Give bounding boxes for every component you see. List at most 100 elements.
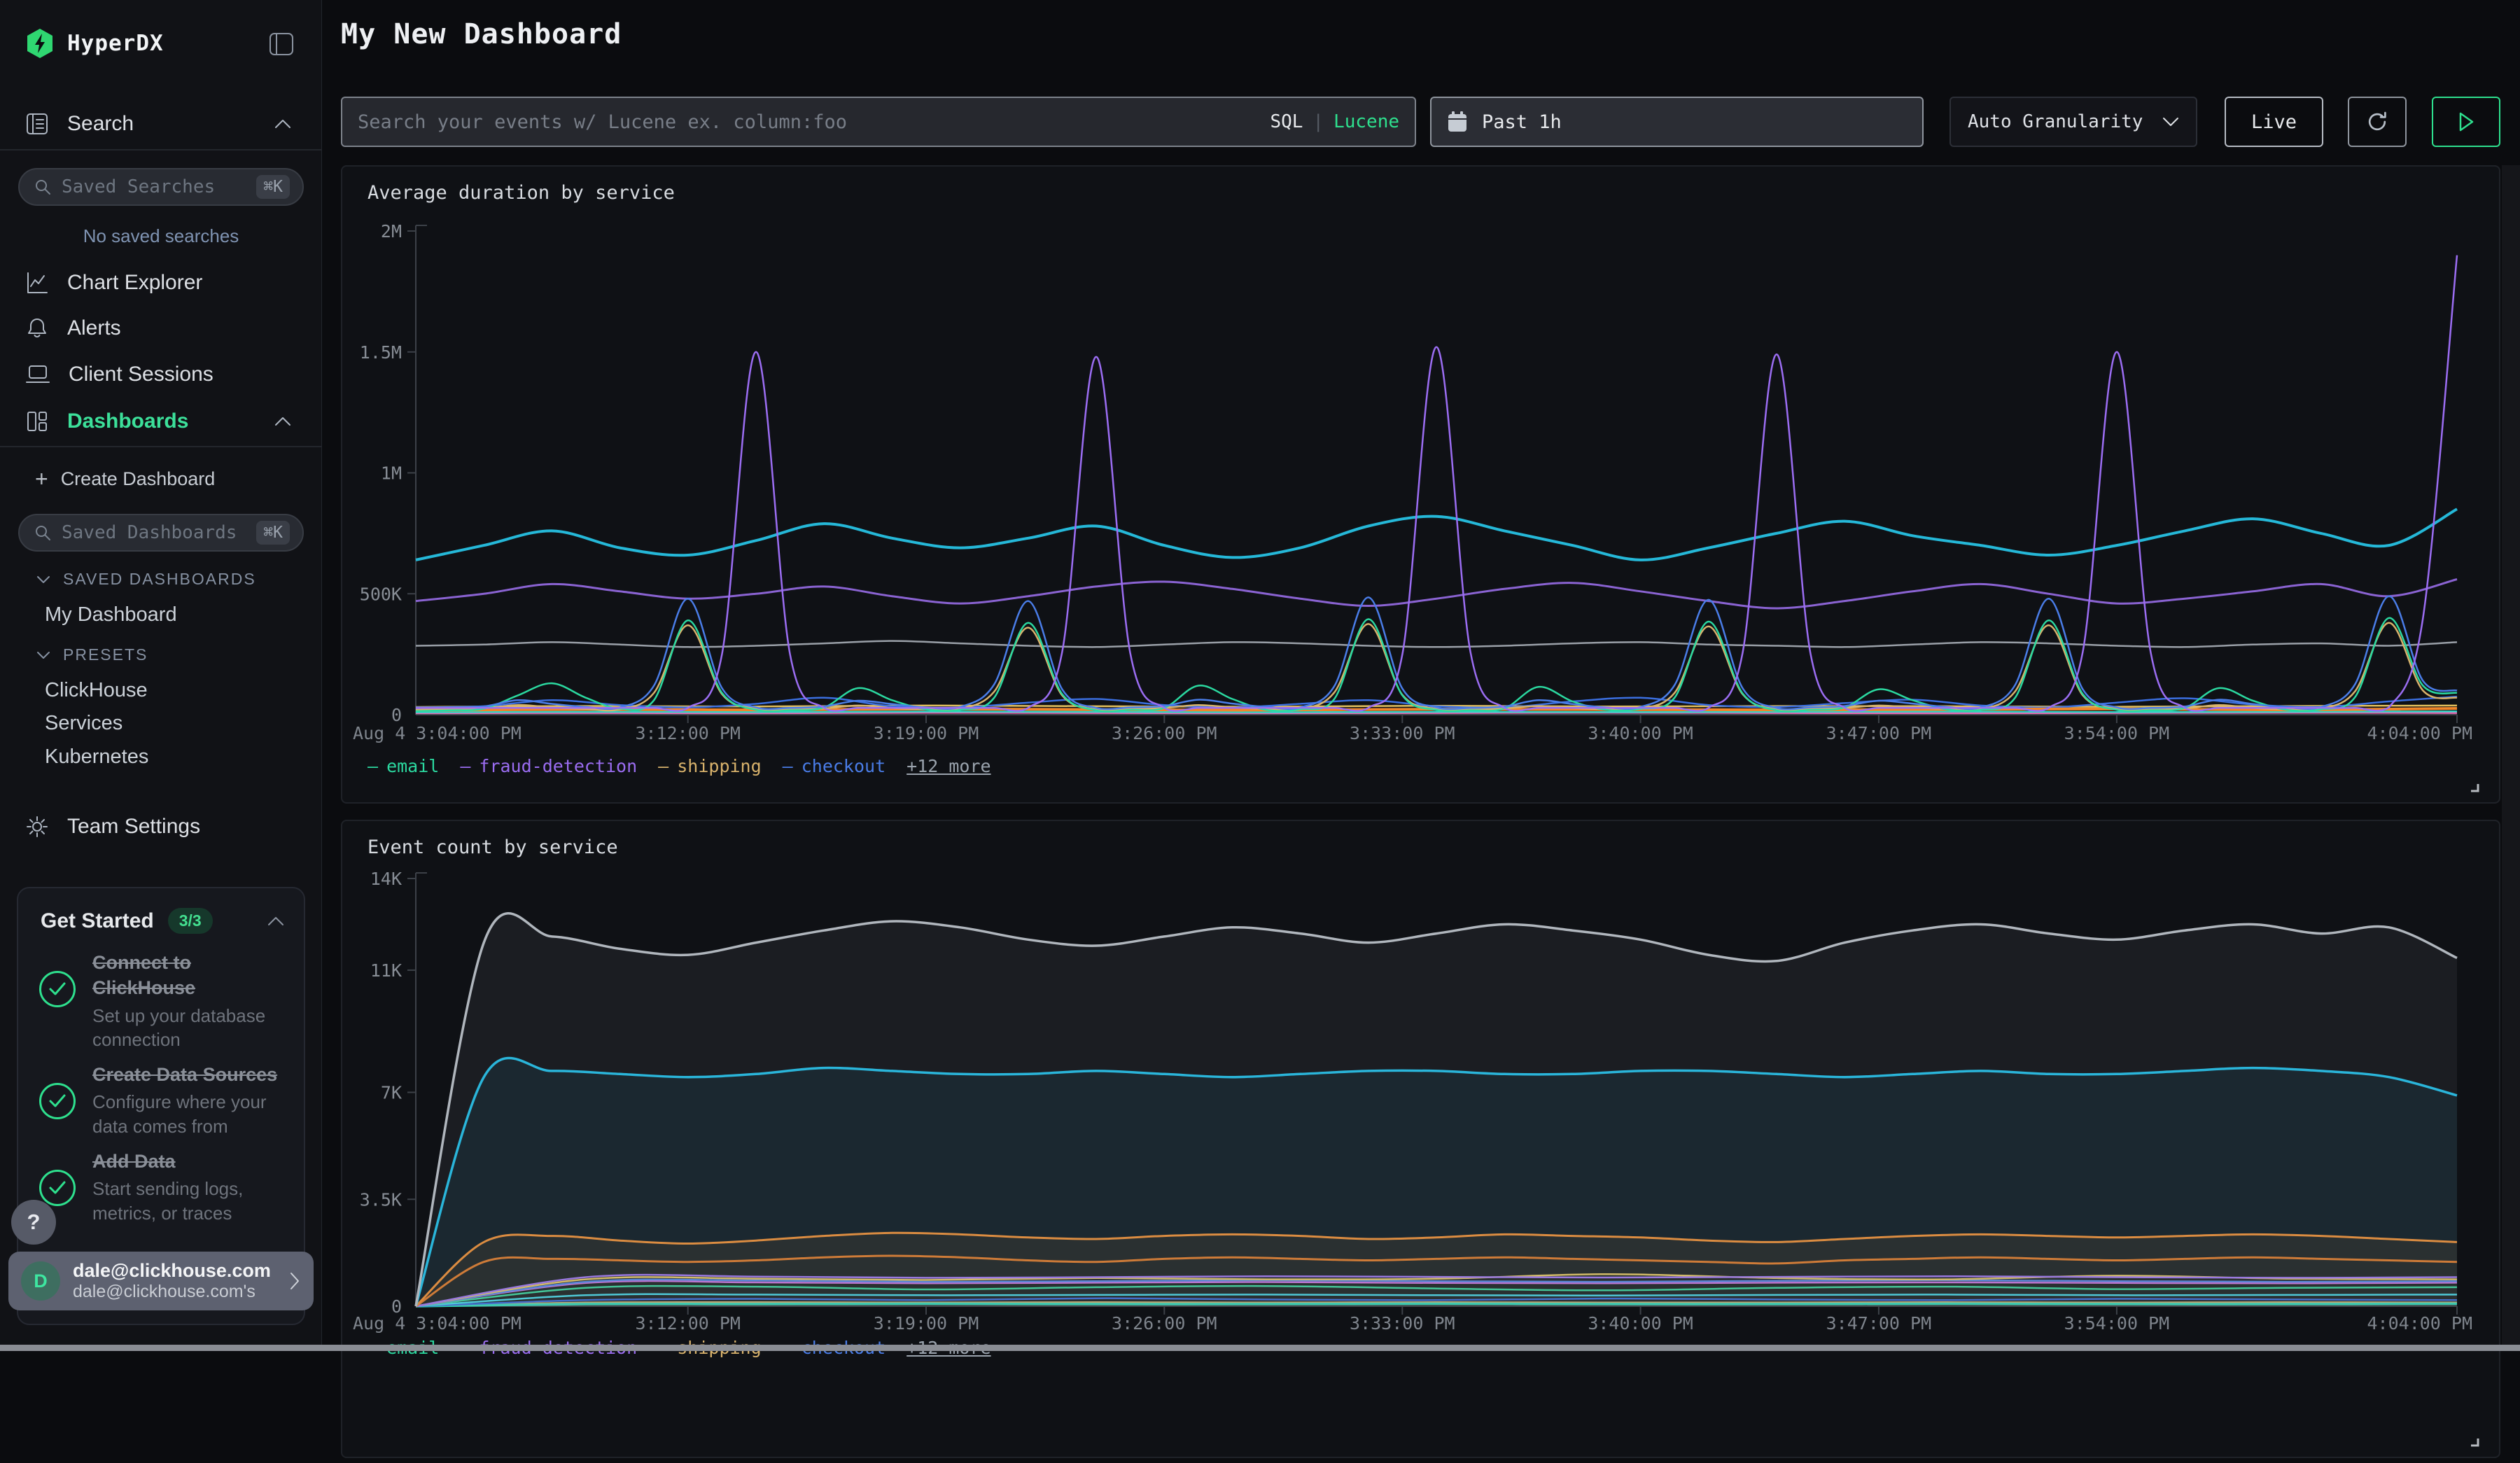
sidebar-link-kubernetes[interactable]: Kubernetes	[45, 746, 148, 769]
help-button[interactable]: ?	[11, 1200, 56, 1245]
svg-text:4:04:00 PM: 4:04:00 PM	[2367, 1313, 2472, 1334]
svg-text:1.5M: 1.5M	[360, 342, 402, 363]
refresh-button[interactable]	[2348, 97, 2407, 147]
section-title: SAVED DASHBOARDS	[63, 570, 256, 589]
page-title: My New Dashboard	[341, 18, 622, 50]
check-circle-icon	[39, 1170, 76, 1206]
run-query-button[interactable]	[2432, 97, 2500, 147]
get-started-item-title[interactable]: Create Data Sources	[92, 1062, 277, 1087]
svg-text:2M: 2M	[381, 221, 402, 241]
shortcut-badge: ⌘K	[256, 175, 290, 199]
saved-dashboards-section-header[interactable]: SAVED DASHBOARDS	[36, 570, 256, 589]
event-search-input[interactable]	[358, 111, 1259, 133]
average-duration-chart[interactable]: 2M1.5M1M500K0Aug 4 3:04:00 PM3:12:00 PM3…	[342, 167, 2499, 802]
panel-resize-handle[interactable]	[2467, 1434, 2481, 1448]
event-count-chart[interactable]: 14K11K7K3.5K0Aug 4 3:04:00 PM3:12:00 PM3…	[342, 821, 2499, 1457]
event-search-bar[interactable]: SQL | Lucene	[341, 97, 1416, 147]
chart-explorer-icon	[25, 271, 49, 295]
check-circle-icon	[39, 971, 76, 1007]
get-started-item-desc: Start sending logs, metrics, or traces	[92, 1177, 281, 1225]
lucene-mode-toggle[interactable]: Lucene	[1334, 111, 1399, 132]
svg-text:500K: 500K	[360, 584, 402, 604]
svg-text:3:47:00 PM: 3:47:00 PM	[1826, 723, 1932, 743]
sidebar-item-label: Team Settings	[67, 815, 200, 839]
search-journal-icon	[25, 112, 49, 136]
user-account-chip[interactable]: D dale@clickhouse.com dale@clickhouse.co…	[8, 1252, 314, 1310]
user-org: dale@clickhouse.com's	[73, 1282, 276, 1302]
get-started-item: Create Data Sources Configure where your …	[39, 1062, 291, 1138]
svg-text:1M: 1M	[381, 463, 402, 484]
get-started-item-title[interactable]: Add Data	[92, 1149, 176, 1174]
time-range-value: Past 1h	[1482, 111, 1562, 133]
sidebar-item-label: Search	[67, 112, 134, 136]
user-email: dale@clickhouse.com	[73, 1260, 276, 1282]
get-started-item-title[interactable]: Connect to ClickHouse	[92, 950, 255, 1001]
granularity-value: Auto Granularity	[1968, 111, 2143, 132]
svg-text:3:40:00 PM: 3:40:00 PM	[1588, 723, 1693, 743]
saved-searches-input[interactable]: ⌘K	[18, 168, 304, 206]
legend-item[interactable]: —email	[368, 756, 439, 776]
chevron-up-icon	[274, 119, 291, 129]
chevron-down-icon	[36, 651, 50, 659]
sidebar-item-alerts[interactable]: Alerts	[0, 306, 322, 351]
time-range-picker[interactable]: Past 1h	[1430, 97, 1924, 147]
sidebar-item-chart-explorer[interactable]: Chart Explorer	[0, 260, 322, 305]
svg-text:Aug 4 3:04:00 PM: Aug 4 3:04:00 PM	[353, 723, 522, 743]
svg-text:3:12:00 PM: 3:12:00 PM	[635, 723, 741, 743]
svg-text:Aug 4 3:04:00 PM: Aug 4 3:04:00 PM	[353, 1313, 522, 1334]
chevron-up-icon	[267, 916, 284, 926]
legend-item[interactable]: —fraud-detection	[460, 756, 637, 776]
sidebar-item-dashboards[interactable]: Dashboards	[0, 399, 322, 444]
divider	[0, 149, 322, 150]
get-started-header[interactable]: Get Started 3/3	[41, 908, 284, 934]
avatar: D	[21, 1261, 60, 1301]
sidebar-link-services[interactable]: Services	[45, 712, 122, 735]
svg-text:4:04:00 PM: 4:04:00 PM	[2367, 723, 2472, 743]
refresh-icon	[2365, 109, 2390, 134]
sidebar-item-search[interactable]: Search	[0, 102, 322, 146]
sidebar-link-my-dashboard[interactable]: My Dashboard	[45, 603, 177, 626]
saved-dashboards-field[interactable]	[62, 522, 246, 543]
divider	[0, 446, 322, 447]
get-started-title: Get Started	[41, 909, 154, 933]
sql-mode-toggle[interactable]: SQL	[1270, 111, 1303, 132]
get-started-progress-badge: 3/3	[168, 908, 213, 934]
sidebar-link-clickhouse[interactable]: ClickHouse	[45, 679, 148, 702]
legend-more-link[interactable]: +12 more	[906, 756, 990, 776]
svg-text:3:26:00 PM: 3:26:00 PM	[1112, 1313, 1217, 1334]
no-saved-searches-text: No saved searches	[0, 225, 322, 247]
dashboards-icon	[25, 410, 49, 433]
chevron-right-icon	[288, 1271, 301, 1291]
mode-divider: |	[1312, 111, 1324, 132]
svg-text:3:40:00 PM: 3:40:00 PM	[1588, 1313, 1693, 1334]
get-started-item-desc: Configure where your data comes from	[92, 1090, 281, 1138]
svg-text:11K: 11K	[370, 960, 402, 981]
plus-icon: +	[35, 466, 48, 492]
saved-searches-field[interactable]	[62, 176, 246, 197]
granularity-select[interactable]: Auto Granularity	[1949, 97, 2197, 147]
svg-text:3:33:00 PM: 3:33:00 PM	[1350, 1313, 1455, 1334]
search-icon	[34, 178, 52, 196]
svg-text:3:54:00 PM: 3:54:00 PM	[2064, 723, 2170, 743]
chart-legend: —email —fraud-detection —shipping —checkout…	[368, 756, 991, 776]
legend-dash-icon: —	[368, 756, 378, 776]
create-dashboard-button[interactable]: + Create Dashboard	[35, 466, 215, 492]
calendar-icon	[1447, 111, 1468, 133]
sidebar-item-client-sessions[interactable]: Client Sessions	[0, 352, 322, 397]
legend-item[interactable]: —shipping	[658, 756, 761, 776]
vertical-scrollbar[interactable]	[2502, 165, 2520, 1351]
sidebar-item-team-settings[interactable]: Team Settings	[0, 804, 322, 849]
panel-resize-handle[interactable]	[2467, 780, 2481, 794]
live-button[interactable]: Live	[2225, 97, 2323, 147]
chevron-up-icon	[274, 416, 291, 426]
presets-section-header[interactable]: PRESETS	[36, 645, 148, 664]
horizontal-scrollbar[interactable]	[0, 1345, 2520, 1351]
legend-item[interactable]: —checkout	[783, 756, 886, 776]
saved-dashboards-input[interactable]: ⌘K	[18, 514, 304, 552]
main-content: My New Dashboard SQL | Lucene Past 1h Au…	[322, 0, 2520, 1351]
get-started-item: Connect to ClickHouseSet up your databas…	[39, 950, 291, 1052]
panel-event-count: Event count by service 14K11K7K3.5K0Aug …	[341, 820, 2500, 1458]
sidebar-collapse-button[interactable]	[269, 32, 294, 59]
panel-average-duration: Average duration by service 2M1.5M1M500K…	[341, 165, 2500, 804]
brand: HyperDX	[25, 28, 164, 59]
